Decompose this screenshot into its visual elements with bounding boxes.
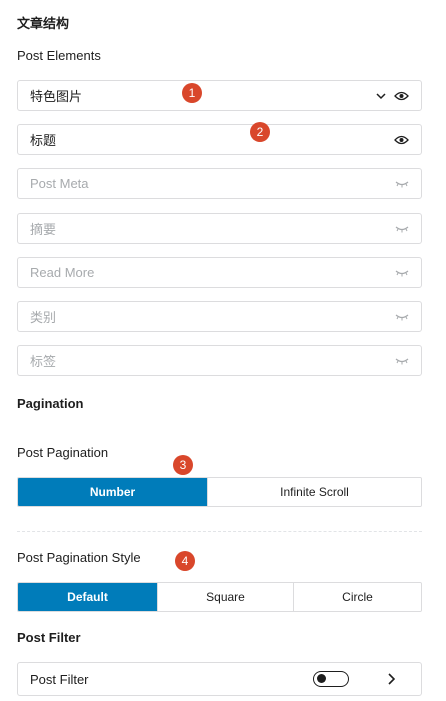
badge-4: 4 <box>175 551 195 571</box>
badge-3: 3 <box>173 455 193 475</box>
section-title-post-filter: Post Filter <box>17 630 81 645</box>
element-label: 摘要 <box>30 222 57 237</box>
element-row-excerpt[interactable]: 摘要 <box>17 213 422 244</box>
eye-closed-icon[interactable] <box>395 180 409 188</box>
style-option-default[interactable]: Default <box>18 583 158 611</box>
post-elements-label: Post Elements <box>17 48 101 63</box>
element-row-read-more[interactable]: Read More <box>17 257 422 288</box>
element-label: 标题 <box>30 133 57 148</box>
badge-2: 2 <box>250 122 270 142</box>
eye-closed-icon[interactable] <box>395 269 409 277</box>
element-row-tags[interactable]: 标签 <box>17 345 422 376</box>
post-filter-row[interactable]: Post Filter <box>17 662 422 696</box>
pagination-option-number[interactable]: Number <box>18 478 208 506</box>
style-option-square[interactable]: Square <box>158 583 294 611</box>
element-label: 类别 <box>30 310 57 325</box>
pagination-type-selector: Number Infinite Scroll <box>17 477 422 507</box>
divider <box>17 531 422 532</box>
pagination-option-infinite-scroll[interactable]: Infinite Scroll <box>208 478 421 506</box>
badge-1: 1 <box>182 83 202 103</box>
post-filter-toggle[interactable] <box>313 671 349 687</box>
pagination-style-label: Post Pagination Style <box>17 550 141 565</box>
pagination-style-selector: Default Square Circle <box>17 582 422 612</box>
element-label: Post Meta <box>30 176 89 191</box>
element-row-featured-image[interactable]: 特色图片 <box>17 80 422 111</box>
eye-closed-icon[interactable] <box>395 313 409 321</box>
toggle-knob <box>317 674 326 683</box>
eye-closed-icon[interactable] <box>395 225 409 233</box>
eye-closed-icon[interactable] <box>395 357 409 365</box>
element-label: Read More <box>30 265 95 280</box>
section-title-structure: 文章结构 <box>17 16 70 31</box>
post-filter-label: Post Filter <box>30 671 89 687</box>
eye-icon[interactable] <box>394 90 409 102</box>
chevron-right-icon[interactable] <box>387 673 395 685</box>
section-title-pagination: Pagination <box>17 396 84 411</box>
eye-icon[interactable] <box>394 134 409 146</box>
element-label: 特色图片 <box>30 89 83 104</box>
element-label: 标签 <box>30 354 57 369</box>
element-row-category[interactable]: 类别 <box>17 301 422 332</box>
post-pagination-label: Post Pagination <box>17 445 109 460</box>
element-row-title[interactable]: 标题 <box>17 124 422 155</box>
chevron-down-icon[interactable] <box>375 90 387 102</box>
style-option-circle[interactable]: Circle <box>294 583 421 611</box>
element-row-post-meta[interactable]: Post Meta <box>17 168 422 199</box>
